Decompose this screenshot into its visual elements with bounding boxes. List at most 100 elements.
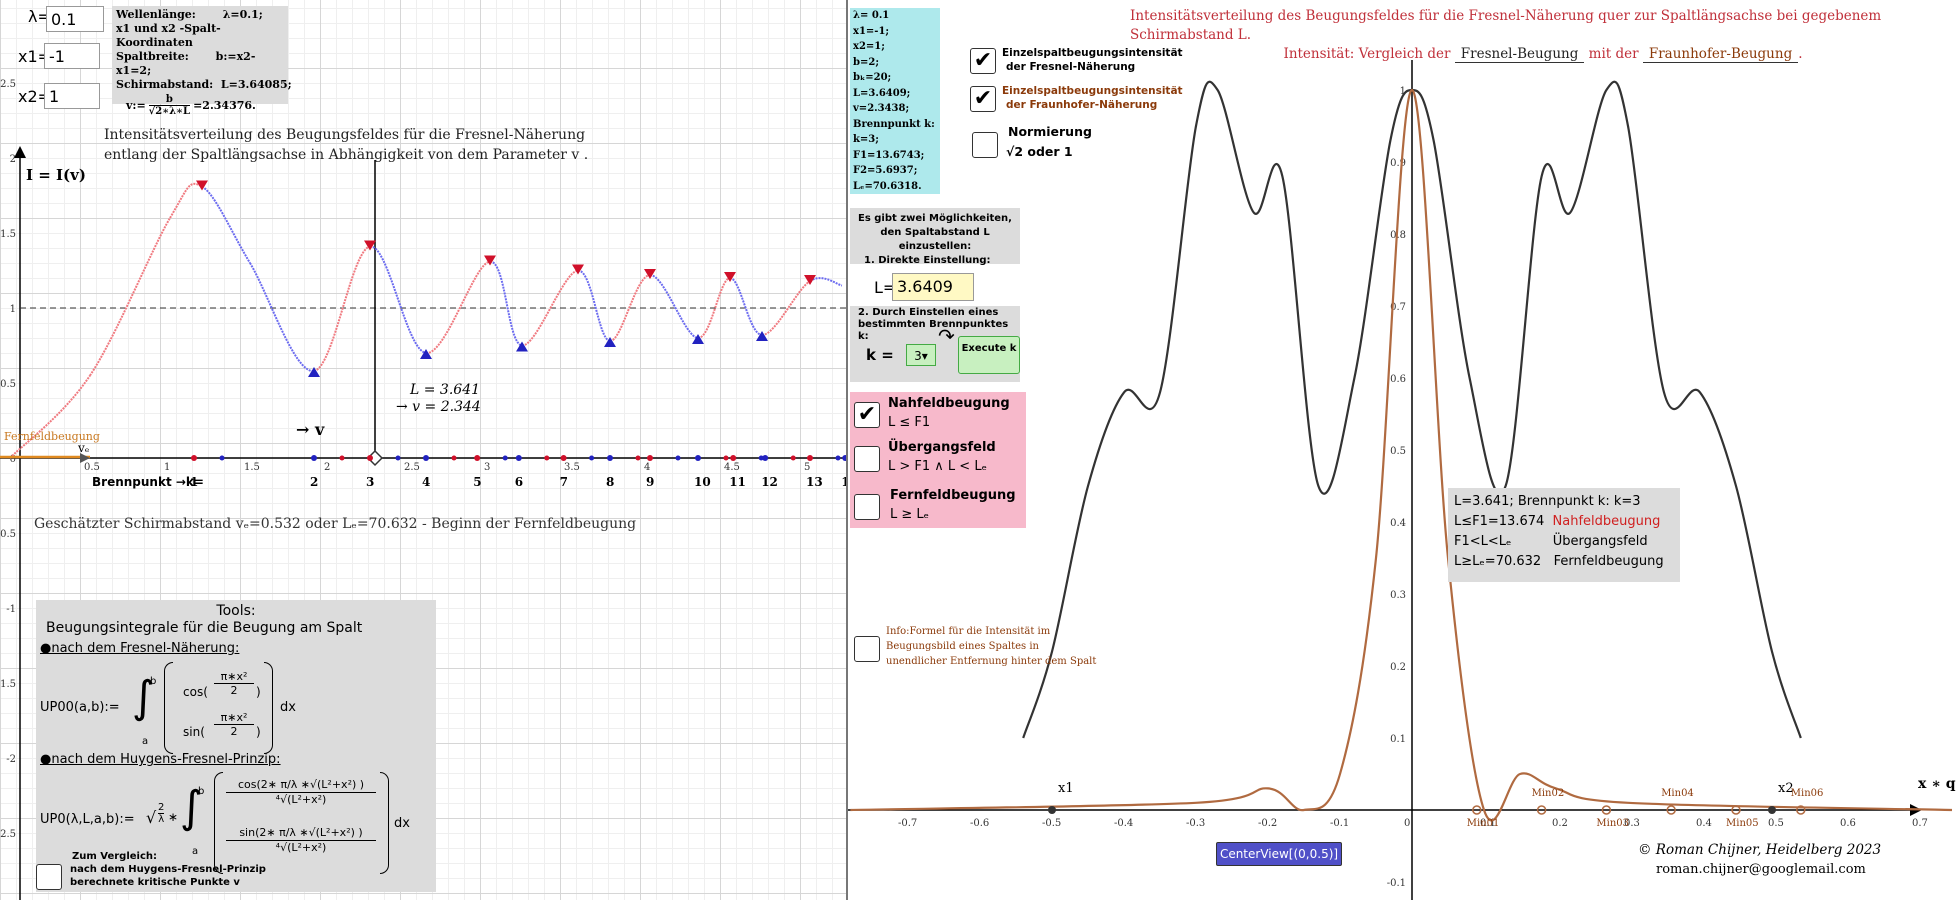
right-graphics-view[interactable]: x ∗ q -0.7 -0.6 -0.5 -0.4 -0.3 -0.2 -0.1 0 0.1 0.2… (848, 0, 1960, 900)
x-tick-label: 4.5 (724, 462, 740, 473)
x1-label: x1 (1058, 781, 1074, 796)
x1-input[interactable]: -1 (44, 43, 100, 69)
transition-field-condition: L > F1 ∧ L < Lₑ (888, 459, 987, 474)
minimum-label: Min01 (1467, 818, 1500, 829)
L-input[interactable]: 3.6409 (892, 273, 974, 301)
y-tick-label: -1 (6, 604, 16, 615)
value-line: L=3.6409; (853, 87, 911, 99)
focus-point (589, 455, 595, 461)
compare-line2: nach dem Huygens-Fresnel-Prinzip (70, 864, 266, 875)
matrix2-right-bracket (380, 772, 389, 874)
normalization-checkbox[interactable] (972, 132, 998, 158)
left-plot-title-line2: entlang der Spaltlängsachse in Abhängigk… (104, 147, 589, 163)
wavelength-label: Wellenlänge: (116, 8, 196, 21)
value-line: bₖ=20; (853, 72, 892, 83)
chevron-down-icon: ▾ (921, 349, 928, 363)
focus-point (723, 455, 729, 461)
x-tick-label: 0.5 (84, 462, 100, 473)
y-tick-label: 0.5 (0, 379, 16, 390)
execute-k-button[interactable]: Execute k (958, 336, 1020, 374)
x-tick-label: -0.3 (1186, 818, 1205, 829)
center-view-button[interactable]: CenterView[(0,0.5)] (1216, 842, 1342, 866)
right-plot-title-period: . (1798, 46, 1803, 62)
minimum-label: Min02 (1532, 788, 1565, 799)
focus-point (474, 455, 481, 461)
copyright-email: roman.chijner@googlemail.com (1656, 862, 1866, 877)
focus-k-label: 11 (729, 475, 746, 489)
maximum-marker (364, 240, 376, 251)
screen-distance-value: L=3.64085; (220, 78, 292, 91)
focus-point (675, 455, 681, 461)
formula2-times: ∗ (168, 810, 179, 824)
setup-info-box: Es gibt zwei Möglichkeiten, den Spaltabs… (850, 208, 1020, 266)
k-dropdown-value: 3 (914, 349, 922, 363)
focus-k-label: 8 (606, 475, 614, 489)
tools-bullet-huygens: ●nach dem Huygens-Fresnel-Prinzip: (40, 752, 281, 767)
copyright-text: © Roman Chijner, Heidelberg 2023 (1638, 842, 1882, 858)
screen-distance-label: Schirmabstand: (116, 78, 214, 91)
compare-line1: Zum Vergleich: (72, 851, 158, 862)
focus-k-label: 3 (366, 475, 374, 489)
formula2-cos-den: ⁴√(L²+x²) (226, 792, 376, 807)
parameter-box: Wellenlänge: λ=0.1; x1 und x2 -Spalt-Koo… (112, 6, 292, 117)
compare-line3: berechnete kritische Punkte v (70, 877, 240, 888)
maximum-marker (724, 272, 736, 282)
intensity-curve-segment (729, 276, 763, 336)
result-line1: L=3.641; Brennpunkt k: k=3 (1454, 494, 1641, 509)
value-line: Lₑ=70.6318. (853, 180, 922, 192)
result-line3b: Übergangsfeld (1552, 534, 1648, 549)
x2-input[interactable]: 1 (44, 83, 100, 109)
focus-point (807, 455, 813, 461)
integral1-upper: b (150, 676, 157, 687)
focus-point (835, 455, 841, 461)
y-tick-label: -0.1 (1387, 878, 1406, 889)
x-tick-label: 0.5 (1768, 818, 1784, 829)
y-tick-label: -1.5 (0, 679, 16, 690)
x-tick-label: 2 (324, 462, 330, 473)
matrix1-right-bracket (264, 662, 273, 754)
k-dropdown[interactable]: 3▾ (906, 344, 936, 366)
fresnel-intensity-checkbox[interactable]: ✔ (970, 48, 996, 74)
focus-point (544, 455, 550, 461)
focus-point (423, 455, 429, 461)
left-graphics-view[interactable]: 2.521.510.50-0.5-1-1.5-2-2.50.511.522.53… (0, 0, 846, 900)
setup-option2-line1: 2. Durch Einstellen eines (858, 307, 999, 318)
lambda-input[interactable]: 0.1 (46, 6, 104, 32)
formula2-dx: dx (394, 816, 410, 831)
transition-field-checkbox[interactable] (854, 446, 880, 472)
focus-point (367, 455, 373, 461)
fraunhofer-intensity-checkbox[interactable]: ✔ (970, 86, 996, 112)
formula1-cos: cos( (183, 685, 208, 699)
far-field-checkbox[interactable] (854, 494, 880, 520)
minimum-label: Min04 (1661, 788, 1694, 799)
setup-option1: 1. Direkte Einstellung: (864, 255, 991, 266)
annot-v: → v = 2.344 (396, 399, 481, 415)
near-field-checkbox[interactable]: ✔ (854, 402, 880, 428)
curved-arrow-icon: ↷ (938, 324, 955, 348)
integral2-upper: b (198, 786, 205, 797)
v-def-value: =2.34376. (193, 98, 256, 112)
x-tick-label: 3.5 (564, 462, 580, 473)
fraunhofer-checkbox-label-2: der Fraunhofer-Näherung (1006, 99, 1158, 111)
fraunhofer-link: Fraunhofer-Beugung (1642, 46, 1799, 63)
v-def-denominator: √2∗λ∗L (148, 105, 191, 117)
y-tick-label: 0.5 (1390, 446, 1406, 457)
compare-checkbox[interactable] (36, 864, 62, 890)
near-field-label: Nahfeldbeugung (888, 396, 1010, 411)
formula2-sqrt-sign: √ (146, 808, 157, 827)
y-tick-label: -2.5 (0, 829, 16, 840)
estimate-text: Geschätzter Schirmabstand vₑ=0.532 oder … (34, 516, 637, 532)
intensity-curve-segment (425, 260, 491, 355)
x-tick-label: 2.5 (404, 462, 420, 473)
tools-bullet-fresnel: ●nach dem Fresnel-Näherung: (40, 641, 240, 656)
x-tick-label: 0.7 (1912, 818, 1928, 829)
result-line2b: Nahfeldbeugung (1552, 514, 1661, 529)
brennpunkt-label: Brennpunkt →k= (92, 475, 204, 489)
ve-label: vₑ (78, 441, 90, 455)
tools-subtitle: Beugungsintegrale für die Beugung am Spa… (46, 620, 363, 636)
focus-k-label: 4 (422, 475, 430, 489)
y-tick-label: 0.2 (1390, 662, 1406, 673)
y-tick-label: 2 (10, 154, 16, 165)
formula1-name: UP00(a,b):= (40, 700, 120, 715)
info-formula-checkbox[interactable] (854, 636, 880, 662)
